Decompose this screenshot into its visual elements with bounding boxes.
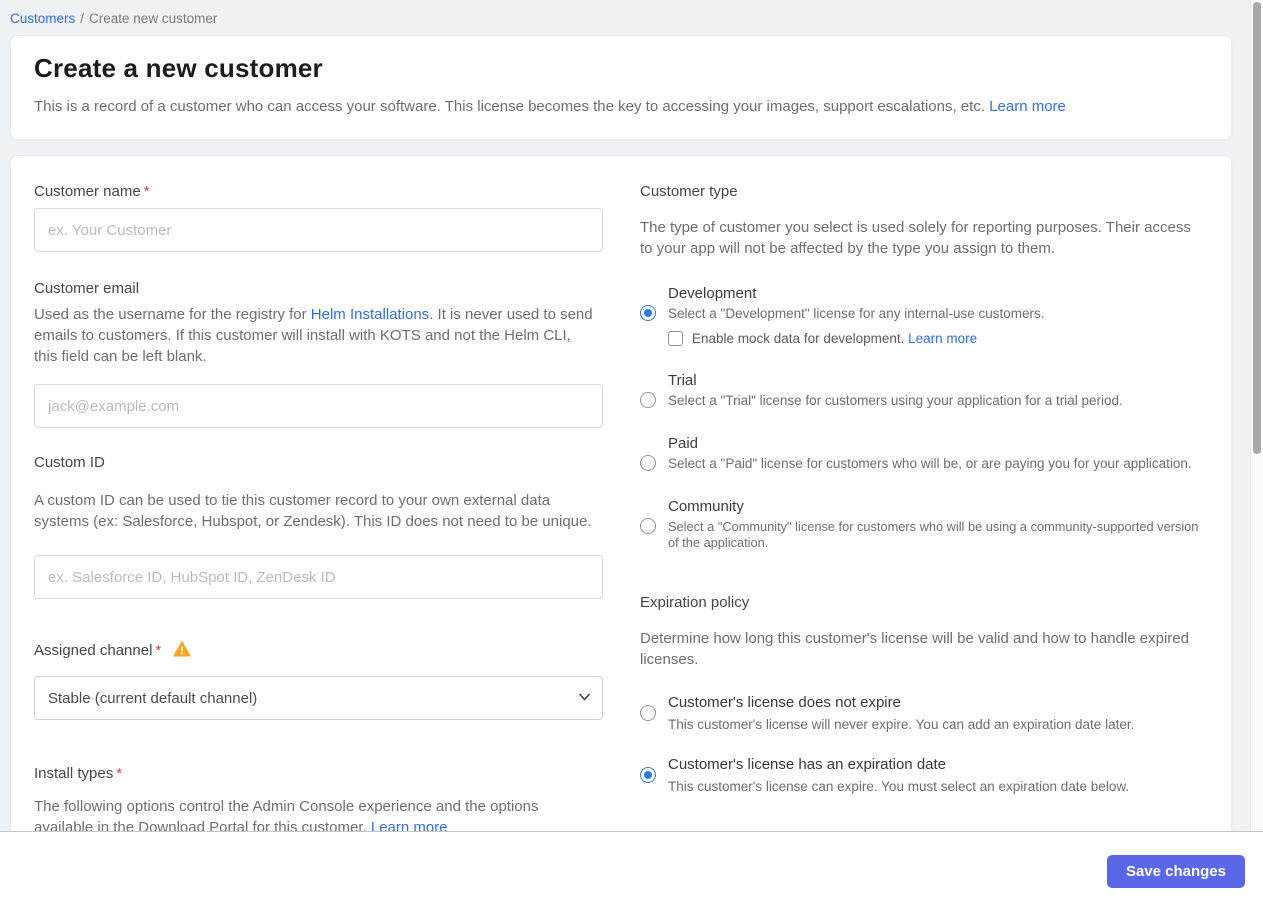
custom-id-input[interactable] (34, 555, 603, 599)
customer-type-option-paid: Paid Select a "Paid" license for custome… (640, 435, 1206, 472)
page-title: Create a new customer (34, 53, 323, 83)
customer-type-option-trial: Trial Select a "Trial" license for custo… (640, 372, 1206, 409)
option-development-title: Development (668, 285, 757, 302)
save-changes-button[interactable]: Save changes (1106, 855, 1245, 888)
development-description: Select a "Development" license for any i… (668, 306, 1045, 321)
has-expiration-radio[interactable] (640, 767, 656, 783)
form-right-column: Customer type The type of customer you s… (640, 183, 1206, 838)
page-description: This is a record of a customer who can a… (34, 98, 1066, 115)
page-scrollbar-track[interactable] (1250, 0, 1263, 831)
customer-type-description: The type of customer you select is used … (640, 219, 1191, 257)
chevron-down-icon (579, 693, 590, 701)
mock-data-label: Enable mock data for development. Learn … (692, 331, 978, 346)
footer-bar: Save changes (0, 831, 1263, 905)
option-paid-title: Paid (668, 435, 699, 452)
has-expiration-description: This customer's license can expire. You … (668, 779, 1130, 794)
option-community-title: Community (668, 498, 744, 515)
option-trial-title: Trial (668, 372, 697, 389)
customer-name-input[interactable] (34, 208, 603, 252)
community-radio[interactable] (640, 518, 656, 534)
customer-email-input[interactable] (34, 384, 603, 428)
helm-installations-link[interactable]: Helm Installations (311, 306, 429, 323)
header-card: Create a new customer This is a record o… (10, 35, 1232, 140)
assigned-channel-label: Assigned channel * (34, 641, 603, 659)
no-expire-radio[interactable] (640, 705, 656, 721)
breadcrumb-separator: / (80, 11, 85, 26)
paid-description: Select a "Paid" license for customers wh… (668, 456, 1192, 471)
custom-id-description: A custom ID can be used to tie this cust… (34, 492, 592, 530)
customer-type-option-development: Development Select a "Development" licen… (640, 285, 1206, 346)
form-left-column: Customer name* Customer email Used as th… (34, 183, 603, 838)
customer-type-label: Customer type (640, 183, 738, 200)
breadcrumb: Customers / Create new customer (0, 0, 1263, 26)
form-card: Customer name* Customer email Used as th… (10, 155, 1232, 879)
trial-radio[interactable] (640, 392, 656, 408)
mock-data-learn-more-link[interactable]: Learn more (908, 331, 977, 346)
mock-data-row: Enable mock data for development. Learn … (668, 331, 1206, 346)
no-expire-description: This customer's license will never expir… (668, 717, 1135, 732)
expiration-option-has-date: Customer's license has an expiration dat… (640, 756, 1206, 794)
expiration-option-no-expire: Customer's license does not expire This … (640, 694, 1206, 732)
customer-type-option-community: Community Select a "Community" license f… (640, 498, 1206, 551)
customer-name-label: Customer name * (34, 183, 150, 200)
expiration-policy-description: Determine how long this customer's licen… (640, 630, 1189, 668)
warning-icon (173, 641, 192, 657)
assigned-channel-select[interactable]: Stable (current default channel) (34, 676, 603, 720)
custom-id-label: Custom ID (34, 454, 105, 471)
no-expire-title: Customer's license does not expire (668, 694, 901, 711)
breadcrumb-customers-link[interactable]: Customers (10, 11, 75, 26)
install-types-label: Install types * (34, 765, 123, 782)
has-expiration-title: Customer's license has an expiration dat… (668, 756, 947, 773)
community-description: Select a "Community" license for custome… (668, 519, 1199, 550)
customer-email-description: Used as the username for the registry fo… (34, 306, 593, 365)
page-scrollbar-thumb[interactable] (1253, 2, 1261, 454)
development-radio[interactable] (640, 305, 656, 321)
breadcrumb-current: Create new customer (89, 11, 218, 26)
customer-email-label: Customer email (34, 280, 140, 297)
mock-data-checkbox[interactable] (668, 331, 683, 346)
header-learn-more-link[interactable]: Learn more (989, 98, 1066, 115)
paid-radio[interactable] (640, 455, 656, 471)
trial-description: Select a "Trial" license for customers u… (668, 393, 1123, 408)
required-asterisk: * (143, 183, 150, 200)
required-asterisk: * (116, 765, 123, 782)
expiration-policy-label: Expiration policy (640, 594, 750, 611)
required-asterisk: * (155, 642, 162, 659)
